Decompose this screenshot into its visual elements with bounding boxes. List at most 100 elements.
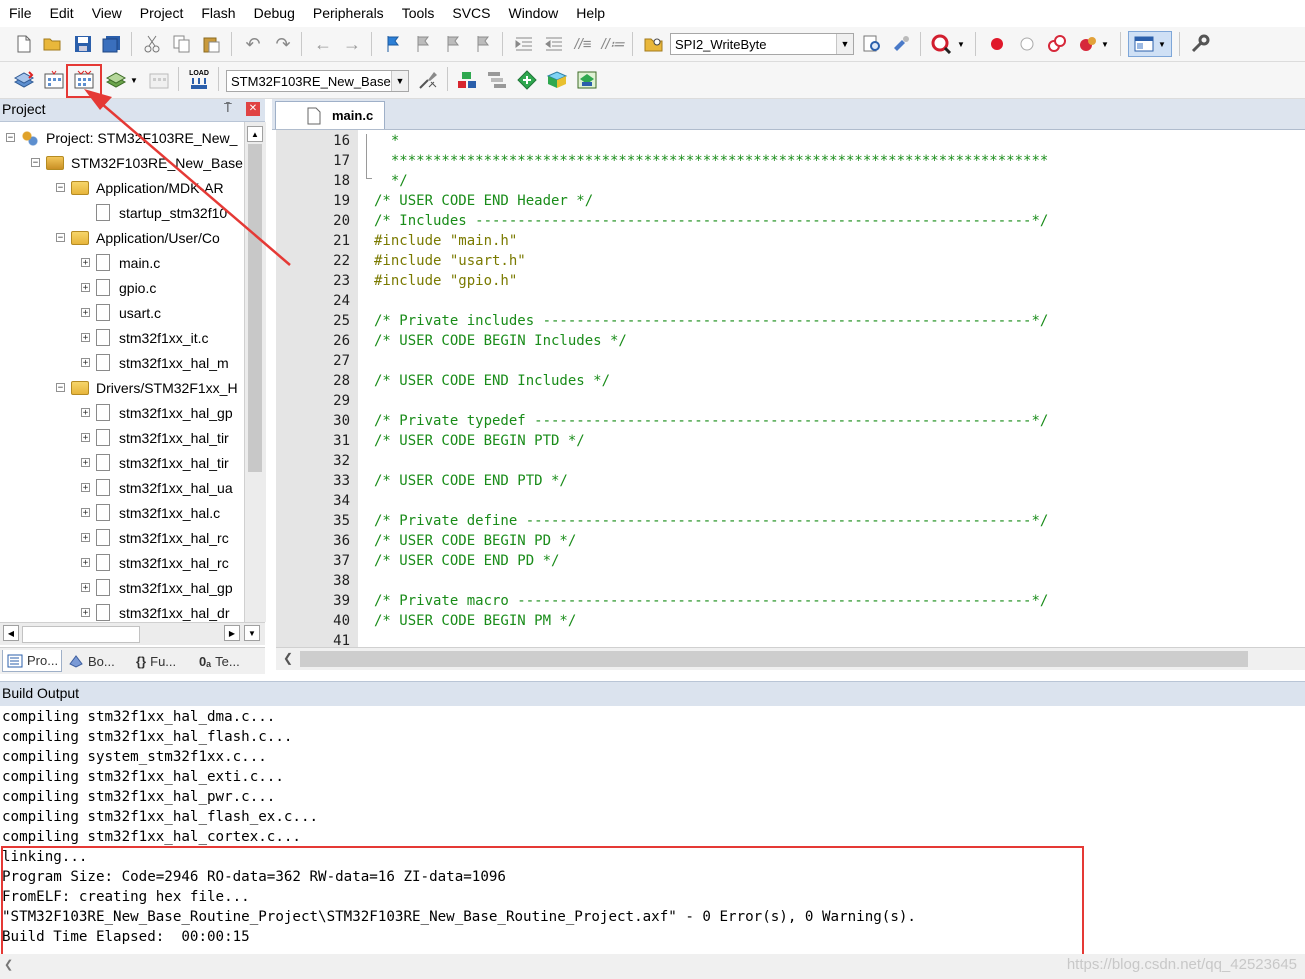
function-combo[interactable]: SPI2_WriteByte ▼: [670, 33, 854, 55]
expand-icon[interactable]: +: [81, 483, 90, 493]
find-in-files-icon[interactable]: [642, 32, 666, 56]
collapse-icon[interactable]: −: [31, 158, 40, 168]
expand-icon[interactable]: +: [81, 308, 90, 318]
expand-icon[interactable]: +: [81, 258, 90, 268]
save-icon[interactable]: [71, 32, 95, 56]
unindent-icon[interactable]: [542, 32, 566, 56]
tree-item[interactable]: + usart.c: [81, 300, 161, 325]
breakpoint-dropdown-icon[interactable]: ▼: [1099, 32, 1111, 56]
editor-hscrollbar[interactable]: ❮: [276, 647, 1305, 670]
tree-item[interactable]: + stm32f1xx_it.c: [81, 325, 208, 350]
window-layout-button[interactable]: ▼: [1128, 31, 1172, 57]
expand-icon[interactable]: +: [81, 508, 90, 518]
stop-build-icon[interactable]: [147, 68, 171, 92]
uncomment-icon[interactable]: //≔: [601, 32, 625, 56]
scroll-left-icon[interactable]: ◀: [3, 625, 19, 641]
expand-icon[interactable]: +: [81, 408, 90, 418]
menu-item-edit[interactable]: Edit: [41, 0, 83, 26]
pack-installer-icon[interactable]: [545, 68, 569, 92]
tree-item[interactable]: startup_stm32f10: [81, 200, 227, 225]
menu-item-peripherals[interactable]: Peripherals: [304, 0, 393, 26]
tree-item[interactable]: + stm32f1xx_hal_ua: [81, 475, 233, 500]
close-icon[interactable]: ✕: [246, 102, 260, 116]
target-combo[interactable]: STM32F103RE_New_Base ▼: [226, 70, 409, 92]
debug-session-icon[interactable]: [930, 32, 954, 56]
scroll-up-icon[interactable]: ▲: [247, 126, 263, 142]
hscroll-thumb[interactable]: [22, 626, 140, 643]
project-tree-hscrollbar[interactable]: ◀ ▶ ▼: [0, 622, 265, 645]
expand-icon[interactable]: +: [81, 283, 90, 293]
select-packs-icon[interactable]: [485, 68, 509, 92]
tree-item[interactable]: + stm32f1xx_hal_rc: [81, 550, 229, 575]
menu-item-help[interactable]: Help: [567, 0, 614, 26]
target-options-icon[interactable]: [416, 68, 440, 92]
tree-item[interactable]: + stm32f1xx_hal_dr: [81, 600, 230, 622]
chevron-down-icon[interactable]: ▼: [391, 71, 408, 91]
code-editor[interactable]: * **************************************…: [358, 130, 1305, 647]
tree-item[interactable]: − Project: STM32F103RE_New_: [6, 125, 237, 150]
tab-main-c[interactable]: main.c: [275, 101, 385, 129]
expand-icon[interactable]: +: [81, 433, 90, 443]
tree-item[interactable]: − Application/User/Co: [56, 225, 220, 250]
scroll-down-icon[interactable]: ▼: [244, 625, 260, 641]
comment-icon[interactable]: //≡: [571, 32, 595, 56]
expand-icon[interactable]: +: [81, 558, 90, 568]
collapse-icon[interactable]: −: [56, 383, 65, 393]
expand-icon[interactable]: +: [81, 533, 90, 543]
collapse-icon[interactable]: −: [6, 133, 15, 143]
expand-icon[interactable]: +: [81, 583, 90, 593]
pack-manager-icon[interactable]: [575, 68, 599, 92]
navigate-forward-icon[interactable]: →: [340, 32, 364, 56]
scroll-thumb[interactable]: [248, 144, 262, 472]
menu-item-tools[interactable]: Tools: [393, 0, 444, 26]
copy-icon[interactable]: [170, 32, 194, 56]
tree-item[interactable]: + stm32f1xx_hal_rc: [81, 525, 229, 550]
menu-item-flash[interactable]: Flash: [192, 0, 244, 26]
disable-breakpoint-icon[interactable]: [1015, 32, 1039, 56]
project-tree-vscrollbar[interactable]: ▲: [244, 122, 266, 622]
menu-item-svcs[interactable]: SVCS: [443, 0, 499, 26]
tab-project[interactable]: Pro...: [2, 650, 62, 672]
menu-item-view[interactable]: View: [83, 0, 131, 26]
clear-bookmarks-icon[interactable]: [471, 32, 495, 56]
batch-build-icon[interactable]: [104, 68, 128, 92]
tab-templates[interactable]: 0ₐ Te...: [199, 650, 263, 672]
scroll-right-icon[interactable]: ▶: [224, 625, 240, 641]
redo-icon[interactable]: ↷: [271, 32, 295, 56]
hscroll-thumb[interactable]: [300, 651, 1248, 667]
tree-item[interactable]: + main.c: [81, 250, 160, 275]
download-icon[interactable]: LOAD: [187, 68, 211, 92]
bookmark-icon[interactable]: [381, 32, 405, 56]
menu-item-debug[interactable]: Debug: [245, 0, 304, 26]
tree-item[interactable]: + stm32f1xx_hal_tir: [81, 450, 229, 475]
menu-item-project[interactable]: Project: [131, 0, 193, 26]
kill-breakpoints-icon[interactable]: [1076, 32, 1100, 56]
scroll-left-icon[interactable]: ❮: [280, 650, 296, 667]
tree-item[interactable]: + gpio.c: [81, 275, 156, 300]
tree-item[interactable]: + stm32f1xx_hal_gp: [81, 575, 233, 600]
scroll-left-icon[interactable]: ❮: [4, 958, 13, 971]
tab-functions[interactable]: {} Fu...: [136, 650, 196, 672]
breakpoint-icon[interactable]: [985, 32, 1009, 56]
find-icon[interactable]: [860, 32, 884, 56]
tree-item[interactable]: − STM32F103RE_New_Base: [31, 150, 243, 175]
incremental-find-icon[interactable]: [889, 32, 913, 56]
disable-all-breakpoints-icon[interactable]: [1045, 32, 1069, 56]
manage-project-items-icon[interactable]: [455, 68, 479, 92]
pin-icon[interactable]: ⍑: [224, 100, 232, 116]
chevron-down-icon[interactable]: ▼: [836, 34, 853, 54]
next-bookmark-icon[interactable]: [441, 32, 465, 56]
paste-icon[interactable]: [199, 32, 223, 56]
translate-icon[interactable]: [12, 68, 36, 92]
tab-books[interactable]: Bo...: [68, 650, 128, 672]
tree-item[interactable]: + stm32f1xx_hal_m: [81, 350, 229, 375]
expand-icon[interactable]: +: [81, 458, 90, 468]
navigate-back-icon[interactable]: ←: [311, 32, 335, 56]
expand-icon[interactable]: +: [81, 333, 90, 343]
debug-dropdown-icon[interactable]: ▼: [955, 32, 967, 56]
build-icon[interactable]: [42, 68, 66, 92]
tree-item[interactable]: − Drivers/STM32F1xx_H: [56, 375, 238, 400]
cut-icon[interactable]: [140, 32, 164, 56]
configure-icon[interactable]: [1188, 32, 1212, 56]
collapse-icon[interactable]: −: [56, 183, 65, 193]
